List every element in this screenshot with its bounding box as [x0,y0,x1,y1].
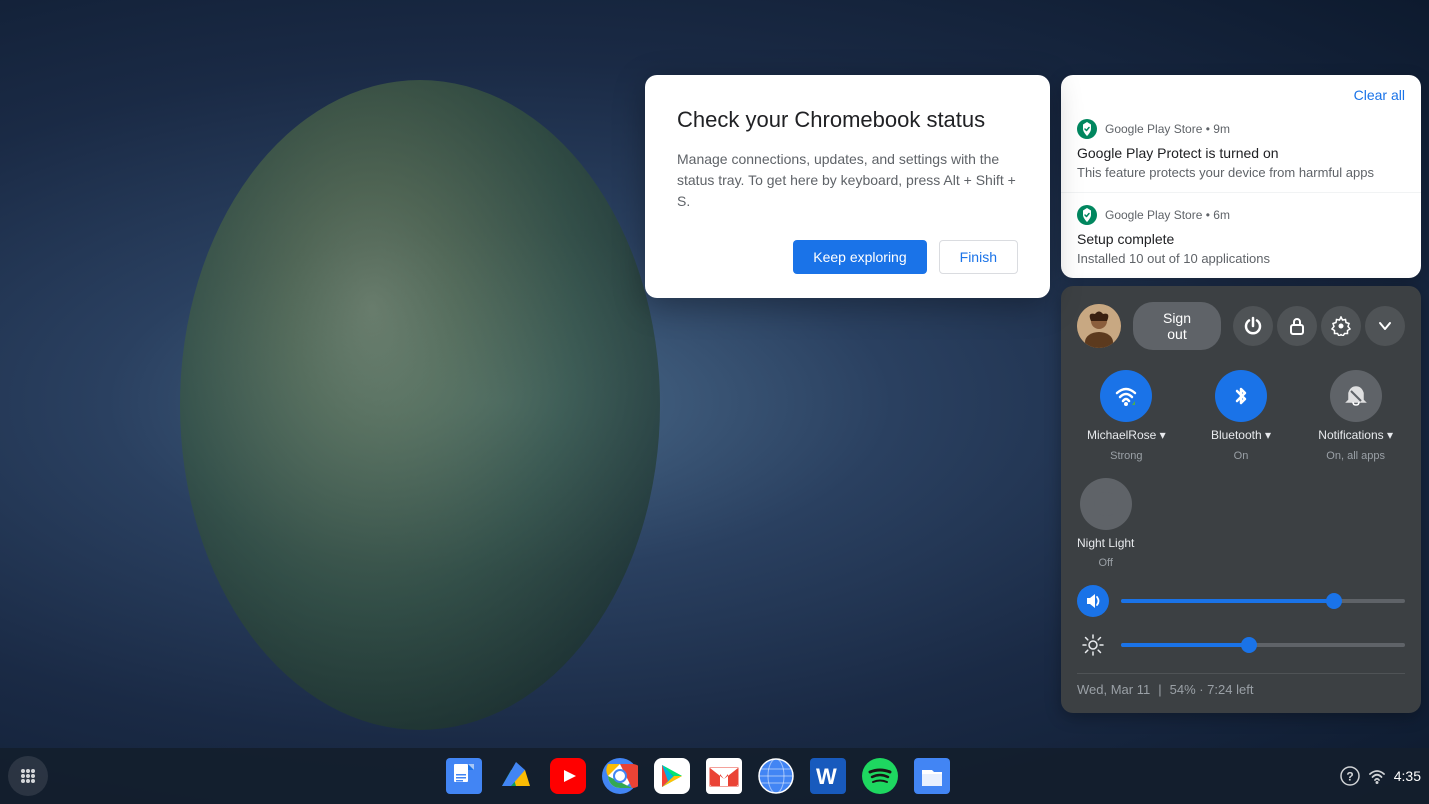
volume-icon[interactable] [1077,585,1109,617]
bluetooth-toggle-circle [1215,370,1267,422]
svg-text:?: ? [1346,770,1353,784]
user-avatar[interactable] [1077,304,1121,348]
notification-system-panel: Clear all Google Play Store • 9m [1061,75,1421,713]
settings-button[interactable] [1321,306,1361,346]
night-light-sublabel: Off [1098,557,1112,569]
chromebook-status-dialog: Check your Chromebook status Manage conn… [645,75,1050,298]
gmail-icon [706,758,742,794]
taskbar-app-youtube[interactable] [544,752,592,800]
notifications-container: Clear all Google Play Store • 9m [1061,75,1421,278]
files-icon [914,758,950,794]
finish-button[interactable]: Finish [939,240,1018,274]
brightness-icon[interactable] [1077,629,1109,661]
volume-slider-fill [1121,599,1334,603]
dialog-body: Manage connections, updates, and setting… [677,149,1018,212]
notifications-toggle-label: Notifications ▾ [1318,428,1393,444]
power-button[interactable] [1233,306,1273,346]
play-store-notification-icon-2 [1077,205,1097,225]
taskbar-app-docs[interactable] [440,752,488,800]
taskbar-apps: W [56,752,1340,800]
night-light-label: Night Light [1077,536,1134,552]
night-light-toggle[interactable]: Night Light Off [1077,478,1134,570]
notification-meta-2: Google Play Store • 6m [1077,205,1405,225]
taskbar-app-chrome[interactable] [596,752,644,800]
bluetooth-toggle-sublabel: On [1234,450,1249,462]
earth-icon [758,758,794,794]
notifications-toggle[interactable]: Notifications ▾ On, all apps [1306,370,1405,462]
system-control-panel: Sign out [1061,286,1421,713]
dialog-title: Check your Chromebook status [677,107,1018,133]
volume-slider-track[interactable] [1121,599,1405,603]
brightness-slider-thumb[interactable] [1241,637,1257,653]
taskbar-app-play[interactable] [648,752,696,800]
notifications-header: Clear all [1061,75,1421,107]
notification-item[interactable]: Google Play Store • 6m Setup complete In… [1061,193,1421,278]
notification-desc-1: This feature protects your device from h… [1077,165,1405,180]
volume-slider-thumb[interactable] [1326,593,1342,609]
drive-icon [498,758,534,794]
brightness-slider-row [1077,629,1405,661]
desktop-globe [180,80,660,730]
taskbar-app-earth[interactable] [752,752,800,800]
sign-out-button[interactable]: Sign out [1133,302,1221,350]
notification-title-2: Setup complete [1077,231,1405,247]
tray-help[interactable]: ? [1340,766,1360,786]
notifications-toggle-circle [1330,370,1382,422]
brightness-slider-fill [1121,643,1249,647]
tray-time[interactable]: 4:35 [1394,768,1421,784]
notification-meta: Google Play Store • 9m [1077,119,1405,139]
status-divider: | [1158,682,1161,697]
notifications-toggle-sublabel: On, all apps [1326,450,1385,462]
notification-title-1: Google Play Protect is turned on [1077,145,1405,161]
keep-exploring-button[interactable]: Keep exploring [793,240,926,274]
wifi-toggle-circle [1100,370,1152,422]
taskbar-app-spotify[interactable] [856,752,904,800]
lock-button[interactable] [1277,306,1317,346]
system-tray: ? 4:35 [1340,766,1421,786]
wifi-toggle[interactable]: MichaelRose ▾ Strong [1077,370,1176,462]
panel-bottom-status: Wed, Mar 11 | 54% · 7:24 left [1077,673,1405,697]
taskbar-app-gmail[interactable] [700,752,748,800]
spotify-icon [862,758,898,794]
word-icon: W [810,758,846,794]
bluetooth-toggle-label: Bluetooth ▾ [1211,428,1271,444]
play-store-notification-icon [1077,119,1097,139]
notification-item[interactable]: Google Play Store • 9m Google Play Prote… [1061,107,1421,193]
chrome-icon [602,758,638,794]
quick-toggles: MichaelRose ▾ Strong Bluetooth ▾ On [1077,370,1405,462]
panel-top-row: Sign out [1077,302,1405,350]
brightness-slider-track[interactable] [1121,643,1405,647]
night-light-circle [1080,478,1132,530]
clear-all-button[interactable]: Clear all [1354,83,1405,107]
youtube-icon [550,758,586,794]
tray-wifi[interactable] [1368,767,1386,785]
panel-top-icons [1233,306,1405,346]
status-date: Wed, Mar 11 [1077,682,1150,697]
notification-desc-2: Installed 10 out of 10 applications [1077,251,1405,266]
taskbar-app-files[interactable] [908,752,956,800]
taskbar-app-word[interactable]: W [804,752,852,800]
wifi-toggle-label: MichaelRose ▾ [1087,428,1166,444]
docs-icon [446,758,482,794]
bluetooth-toggle[interactable]: Bluetooth ▾ On [1192,370,1291,462]
play-store-icon [654,758,690,794]
desktop: Check your Chromebook status Manage conn… [0,0,1429,804]
wifi-toggle-sublabel: Strong [1110,450,1142,462]
svg-text:W: W [816,764,837,789]
notification-source-2: Google Play Store • 6m [1105,208,1230,222]
dialog-buttons: Keep exploring Finish [677,240,1018,274]
volume-slider-row [1077,585,1405,617]
taskbar: W [0,748,1429,804]
notification-source-1: Google Play Store • 9m [1105,122,1230,136]
expand-button[interactable] [1365,306,1405,346]
status-battery: 54% · 7:24 left [1170,682,1254,697]
launcher-button[interactable] [8,756,48,796]
taskbar-app-drive[interactable] [492,752,540,800]
